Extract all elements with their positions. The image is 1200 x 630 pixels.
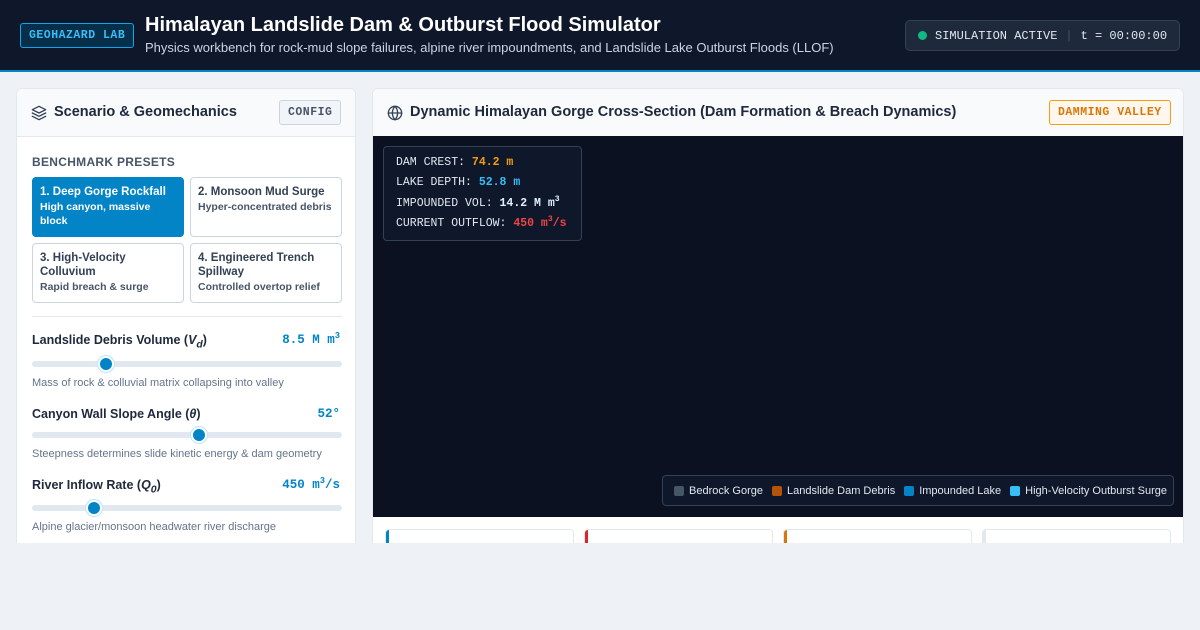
app-header: GEOHAZARD LAB Himalayan Landslide Dam & … [0,0,1200,72]
impounded-volume-row: IMPOUNDED VOL: 14.2 M m3 [396,194,560,210]
legend-item-bedrock: Bedrock Gorge [674,485,763,497]
preset-description: Hyper-concentrated debris [198,201,332,213]
preset-description: Controlled overtop relief [198,281,320,293]
dam-crest-row: DAM CREST: 74.2 m [396,156,514,169]
debris-swatch-icon [771,485,782,496]
lake-depth-value: 52.8 m [478,176,521,190]
cross-section-panel-title: Dynamic Himalayan Gorge Cross-Section (D… [410,104,957,120]
scenario-panel: Scenario & Geomechanics CONFIG BENCHMARK… [16,88,356,558]
legend-item-lake: Impounded Lake [904,485,1001,497]
globe-icon [387,105,403,121]
impounded-volume-value: 14.2 M m3 [499,194,560,210]
current-outflow-value: 450 m3/s [513,215,567,230]
status-dot-icon [918,31,927,40]
legend-item-dam-debris: Landslide Dam Debris [771,485,895,497]
slope-angle-slider-thumb[interactable] [191,427,208,443]
section-divider [32,316,342,317]
preset-deep-gorge-rockfall[interactable]: 1. Deep Gorge Rockfall High canyon, mass… [32,177,184,237]
river-inflow-slider[interactable] [32,500,342,516]
river-inflow-slider-thumb[interactable] [86,500,102,516]
preset-high-velocity-colluvium[interactable]: 3. High-Velocity Colluvium Rapid breach … [32,243,184,303]
app-subtitle: Physics workbench for rock-mud slope fai… [145,40,834,55]
config-button[interactable]: CONFIG [279,100,342,125]
preset-title: 3. High-Velocity Colluvium [40,252,126,278]
cross-section-panel-header: Dynamic Himalayan Gorge Cross-Section (D… [373,89,1183,137]
preset-engineered-trench-spillway[interactable]: 4. Engineered Trench Spillway Controlled… [190,243,342,303]
debris-volume-label: Landslide Debris Volume (Vd) [32,333,207,351]
river-inflow-label: River Inflow Rate (Q0) [32,478,161,496]
bedrock-swatch-icon [674,485,684,496]
status-text: SIMULATION ACTIVE [935,28,1058,43]
debris-volume-value: 8.5 M m3 [282,330,340,347]
debris-volume-help: Mass of rock & colluvial matrix collapsi… [32,377,284,389]
simulation-phase-badge: DAMMING VALLEY [1049,100,1171,125]
gorge-simulation-canvas[interactable]: DAM CREST: 74.2 m LAKE DEPTH: 52.8 m IMP… [373,136,1183,517]
scenario-panel-title: Scenario & Geomechanics [54,104,237,120]
slope-angle-help: Steepness determines slide kinetic energ… [32,448,322,460]
cross-section-panel: Dynamic Himalayan Gorge Cross-Section (D… [372,88,1184,558]
river-inflow-help: Alpine glacier/monsoon headwater river d… [32,521,276,533]
preset-title: 2. Monsoon Mud Surge [198,186,325,198]
lake-swatch-icon [904,485,915,496]
debris-volume-slider[interactable] [32,356,342,372]
lake-depth-row: LAKE DEPTH: 52.8 m [396,176,521,190]
debris-volume-slider-thumb[interactable] [98,356,115,372]
current-outflow-row: CURRENT OUTFLOW: 450 m3/s [396,215,567,230]
dam-crest-value: 74.2 m [471,156,514,169]
app-title: Himalayan Landslide Dam & Outburst Flood… [145,14,661,36]
preset-title: 1. Deep Gorge Rockfall [40,186,166,198]
slope-angle-label: Canyon Wall Slope Angle (θ) [32,407,201,421]
layers-icon [31,105,47,121]
legend-item-outburst: High-Velocity Outburst Surge [1010,485,1167,497]
preset-title: 4. Engineered Trench Spillway [198,252,315,278]
slope-angle-value: 52° [317,407,340,421]
lab-badge: GEOHAZARD LAB [20,23,135,48]
preset-description: Rapid breach & surge [40,281,149,293]
scenario-panel-header: Scenario & Geomechanics CONFIG [17,89,355,137]
simulation-clock: t = 00:00:00 [1080,28,1168,43]
slope-angle-slider[interactable] [32,427,342,443]
presets-label: BENCHMARK PRESETS [32,155,176,169]
river-inflow-value: 450 m3/s [282,475,340,492]
status-separator: | [1065,28,1073,43]
page-background [0,543,1200,630]
preset-description: High canyon, massive block [40,201,151,227]
surge-swatch-icon [1010,485,1021,496]
cross-section-legend: Bedrock Gorge Landslide Dam Debris Impou… [662,475,1174,506]
dam-telemetry-readout: DAM CREST: 74.2 m LAKE DEPTH: 52.8 m IMP… [383,146,582,241]
simulation-status: SIMULATION ACTIVE | t = 00:00:00 [905,20,1180,51]
preset-monsoon-mud-surge[interactable]: 2. Monsoon Mud Surge Hyper-concentrated … [190,177,342,237]
